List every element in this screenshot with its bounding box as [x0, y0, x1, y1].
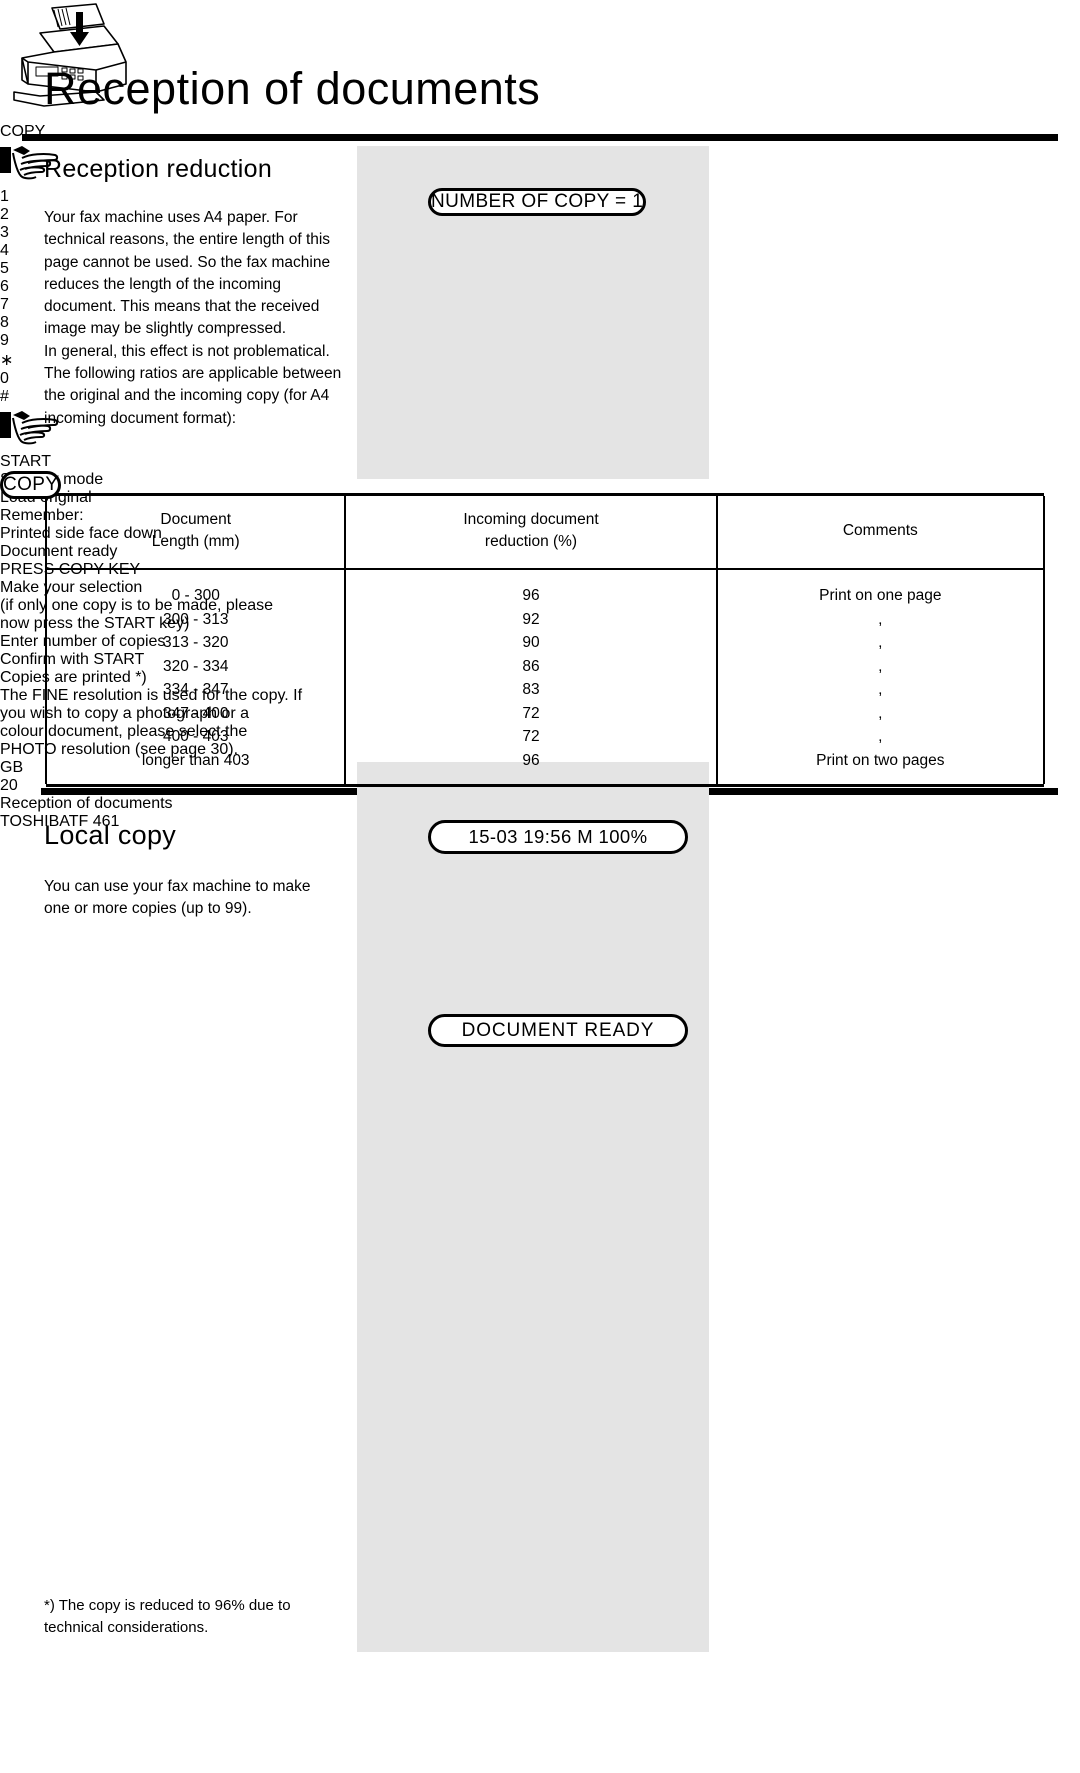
page-title: Reception of documents	[44, 63, 541, 114]
local-copy-divider-right	[709, 788, 1058, 795]
local-copy-divider-left	[41, 788, 357, 795]
section-heading-local-copy: Local copy	[44, 820, 177, 850]
reception-reduction-paragraph: Your fax machine uses A4 paper. For tech…	[44, 209, 342, 427]
title-divider	[22, 134, 1058, 141]
reduction-ratio-table: Document Length (mm) Incoming document r…	[44, 493, 1046, 787]
section-heading-reception-reduction: Reception reduction	[44, 155, 273, 183]
table-cell-reductions: 96 92 90 86 83 72 72 96	[344, 570, 718, 784]
lcd-display-number-of-copy: NUMBER OF COPY = 1	[428, 188, 647, 216]
table-header-incoming-reduction: Incoming document reduction (%)	[344, 496, 718, 569]
local-copy-paragraph: You can use your fax machine to make one…	[44, 878, 311, 918]
table-header-comments: Comments	[715, 496, 1046, 569]
table-cell-comments: Print on one page , , , , , , Print on t…	[715, 570, 1046, 784]
lcd-display-standby: 15-03 19:56 M 100%	[428, 820, 688, 854]
local-copy-footnote: *) The copy is reduced to 96% due to tec…	[44, 1597, 291, 1636]
grey-band-bottom	[357, 762, 709, 1652]
manual-page: Reception of documents Reception reducti…	[0, 0, 1080, 1773]
table-header-document-length: Document Length (mm)	[44, 496, 347, 569]
lcd-display-document-ready: DOCUMENT READY	[428, 1014, 688, 1047]
table-body-row: 0 - 300 300 - 313 313 - 320 320 - 334 33…	[44, 570, 1046, 784]
lcd-display-copy: COPY	[0, 471, 62, 499]
table-header-row: Document Length (mm) Incoming document r…	[44, 496, 1046, 569]
table-cell-lengths: 0 - 300 300 - 313 313 - 320 320 - 334 33…	[44, 570, 347, 784]
